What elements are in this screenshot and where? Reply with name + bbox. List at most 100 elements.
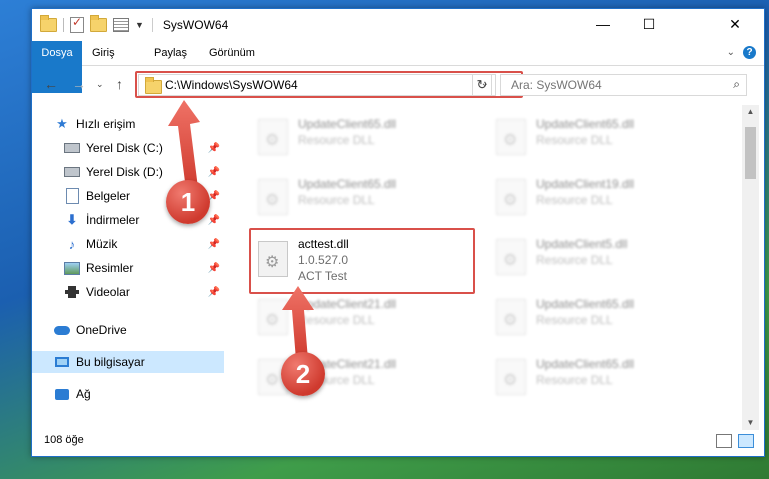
- vertical-scrollbar[interactable]: ▲ ▼: [742, 105, 759, 430]
- sidebar-item-label: Yerel Disk (D:): [86, 165, 163, 179]
- sidebar-item-network[interactable]: Ağ: [54, 383, 224, 405]
- file-type: Resource DLL: [536, 313, 613, 327]
- sidebar-item-onedrive[interactable]: OneDrive: [54, 319, 224, 341]
- sidebar-item-label: Ağ: [76, 387, 91, 401]
- file-type: Resource DLL: [536, 193, 613, 207]
- drive-icon: [64, 140, 80, 156]
- dll-file-icon: [258, 119, 288, 155]
- expand-ribbon-icon[interactable]: ⌄: [727, 47, 735, 58]
- dll-file-icon: [496, 239, 526, 275]
- sidebar-item-label: Belgeler: [86, 189, 131, 203]
- sidebar-item-local-disk-d[interactable]: Yerel Disk (D:) 📌: [64, 161, 224, 183]
- download-icon: ⬇: [66, 212, 78, 227]
- search-input[interactable]: [509, 75, 713, 95]
- properties-check-icon[interactable]: [70, 15, 84, 33]
- sidebar-item-local-disk-c[interactable]: Yerel Disk (C:) 📌: [64, 137, 224, 159]
- video-icon: [64, 284, 80, 300]
- quick-access-toolbar: ▼ SysWOW64: [40, 15, 228, 33]
- close-button[interactable]: ✕: [712, 9, 758, 39]
- list-item[interactable]: UpdateClient65.dll Resource DLL: [488, 353, 708, 405]
- help-icon[interactable]: ?: [743, 46, 756, 59]
- recent-locations-chevron-icon[interactable]: ⌄: [96, 79, 104, 90]
- file-type: Resource DLL: [298, 133, 375, 147]
- step-badge-2: 2: [281, 352, 325, 396]
- pin-icon[interactable]: 📌: [208, 263, 220, 274]
- file-name: UpdateClient5.dll: [536, 237, 628, 251]
- pin-icon[interactable]: 📌: [208, 239, 220, 250]
- file-name: UpdateClient21.dll: [298, 297, 397, 311]
- maximize-button[interactable]: ☐: [626, 9, 672, 39]
- document-icon: [64, 188, 80, 204]
- sidebar-item-label: Müzik: [86, 237, 118, 251]
- dll-file-icon: [496, 299, 526, 335]
- file-type: Resource DLL: [536, 253, 613, 267]
- file-highlight-box: [249, 228, 475, 294]
- scroll-thumb[interactable]: [745, 127, 756, 179]
- tab-share[interactable]: Paylaş: [154, 41, 187, 65]
- file-type: Resource DLL: [536, 133, 613, 147]
- dll-file-icon: [496, 119, 526, 155]
- customize-toolbar-icon[interactable]: [113, 18, 129, 32]
- file-name: UpdateClient19.dll: [536, 177, 635, 191]
- back-arrow-icon[interactable]: ←: [44, 76, 58, 92]
- view-switcher: [716, 434, 754, 448]
- list-item[interactable]: UpdateClient19.dll Resource DLL: [488, 173, 708, 225]
- sidebar-item-label: OneDrive: [76, 323, 127, 337]
- file-type: Resource DLL: [298, 193, 375, 207]
- minimize-button[interactable]: —: [580, 9, 626, 39]
- list-item[interactable]: UpdateClient65.dll Resource DLL: [488, 293, 708, 345]
- sidebar-item-label: Hızlı erişim: [76, 117, 136, 131]
- list-item[interactable]: UpdateClient5.dll Resource DLL: [488, 233, 708, 285]
- dll-file-icon: [496, 359, 526, 395]
- large-icons-view-icon[interactable]: [738, 434, 754, 448]
- pin-icon[interactable]: 📌: [208, 287, 220, 298]
- sidebar-item-label: Videolar: [86, 285, 130, 299]
- list-item[interactable]: UpdateClient65.dll Resource DLL: [250, 173, 470, 225]
- file-type: Resource DLL: [536, 373, 613, 387]
- address-highlight-box: [135, 71, 523, 98]
- folder-icon: [40, 15, 57, 32]
- chevron-down-icon[interactable]: ▼: [135, 20, 144, 30]
- list-item[interactable]: UpdateClient65.dll Resource DLL: [250, 113, 470, 165]
- sidebar-item-this-pc[interactable]: Bu bilgisayar: [32, 351, 224, 373]
- sidebar-item-label: Resimler: [86, 261, 134, 275]
- file-name: UpdateClient65.dll: [298, 117, 397, 131]
- dll-file-icon: [496, 179, 526, 215]
- scroll-up-icon[interactable]: ▲: [742, 105, 759, 119]
- sidebar-item-label: Yerel Disk (C:): [86, 141, 163, 155]
- sidebar-item-label: Bu bilgisayar: [76, 355, 145, 369]
- sidebar-item-quick-access[interactable]: ★ Hızlı erişim: [54, 113, 224, 135]
- search-icon: ⌕: [733, 77, 740, 91]
- music-icon: ♪: [68, 236, 76, 252]
- details-view-icon[interactable]: [716, 434, 732, 448]
- title-divider: [151, 18, 153, 32]
- dll-file-icon: [258, 299, 288, 335]
- list-item[interactable]: UpdateClient65.dll Resource DLL: [488, 113, 708, 165]
- sidebar-item-pictures[interactable]: Resimler 📌: [64, 257, 224, 279]
- scroll-down-icon[interactable]: ▼: [742, 416, 759, 430]
- star-icon: ★: [56, 116, 68, 131]
- sidebar-item-music[interactable]: ♪ Müzik 📌: [64, 233, 224, 255]
- pin-icon[interactable]: 📌: [208, 167, 220, 178]
- search-box[interactable]: ⌕: [500, 74, 747, 96]
- pin-icon[interactable]: 📌: [208, 143, 220, 154]
- sidebar-item-videos[interactable]: Videolar 📌: [64, 281, 224, 303]
- tab-home[interactable]: Giriş: [92, 41, 115, 65]
- navigation-bar: ← → ⌄ ↑ C:\Windows\SysWOW64 ⌄ ↻ ⌕: [32, 66, 764, 104]
- new-folder-icon[interactable]: [90, 15, 107, 32]
- ribbon-controls: ⌄ ?: [727, 46, 756, 59]
- step-badge-1: 1: [166, 180, 210, 224]
- pictures-icon: [64, 260, 80, 276]
- sidebar-item-label: İndirmeler: [86, 213, 140, 227]
- tab-view[interactable]: Görünüm: [209, 41, 255, 65]
- up-arrow-icon[interactable]: ↑: [116, 76, 123, 92]
- ribbon-tabs: Dosya Giriş Paylaş Görünüm ⌄ ?: [32, 41, 764, 93]
- cloud-icon: [54, 322, 70, 338]
- navigation-pane: ★ Hızlı erişim Yerel Disk (C:) 📌 Yerel D…: [32, 105, 228, 425]
- file-name: UpdateClient65.dll: [536, 297, 635, 311]
- list-item[interactable]: UpdateClient21.dll Resource DLL: [250, 293, 470, 345]
- forward-arrow-icon[interactable]: →: [72, 76, 86, 92]
- item-count: 108 öğe: [44, 434, 84, 446]
- pin-icon[interactable]: 📌: [208, 215, 220, 226]
- title-bar: ▼ SysWOW64 — ☐ ✕: [32, 9, 764, 41]
